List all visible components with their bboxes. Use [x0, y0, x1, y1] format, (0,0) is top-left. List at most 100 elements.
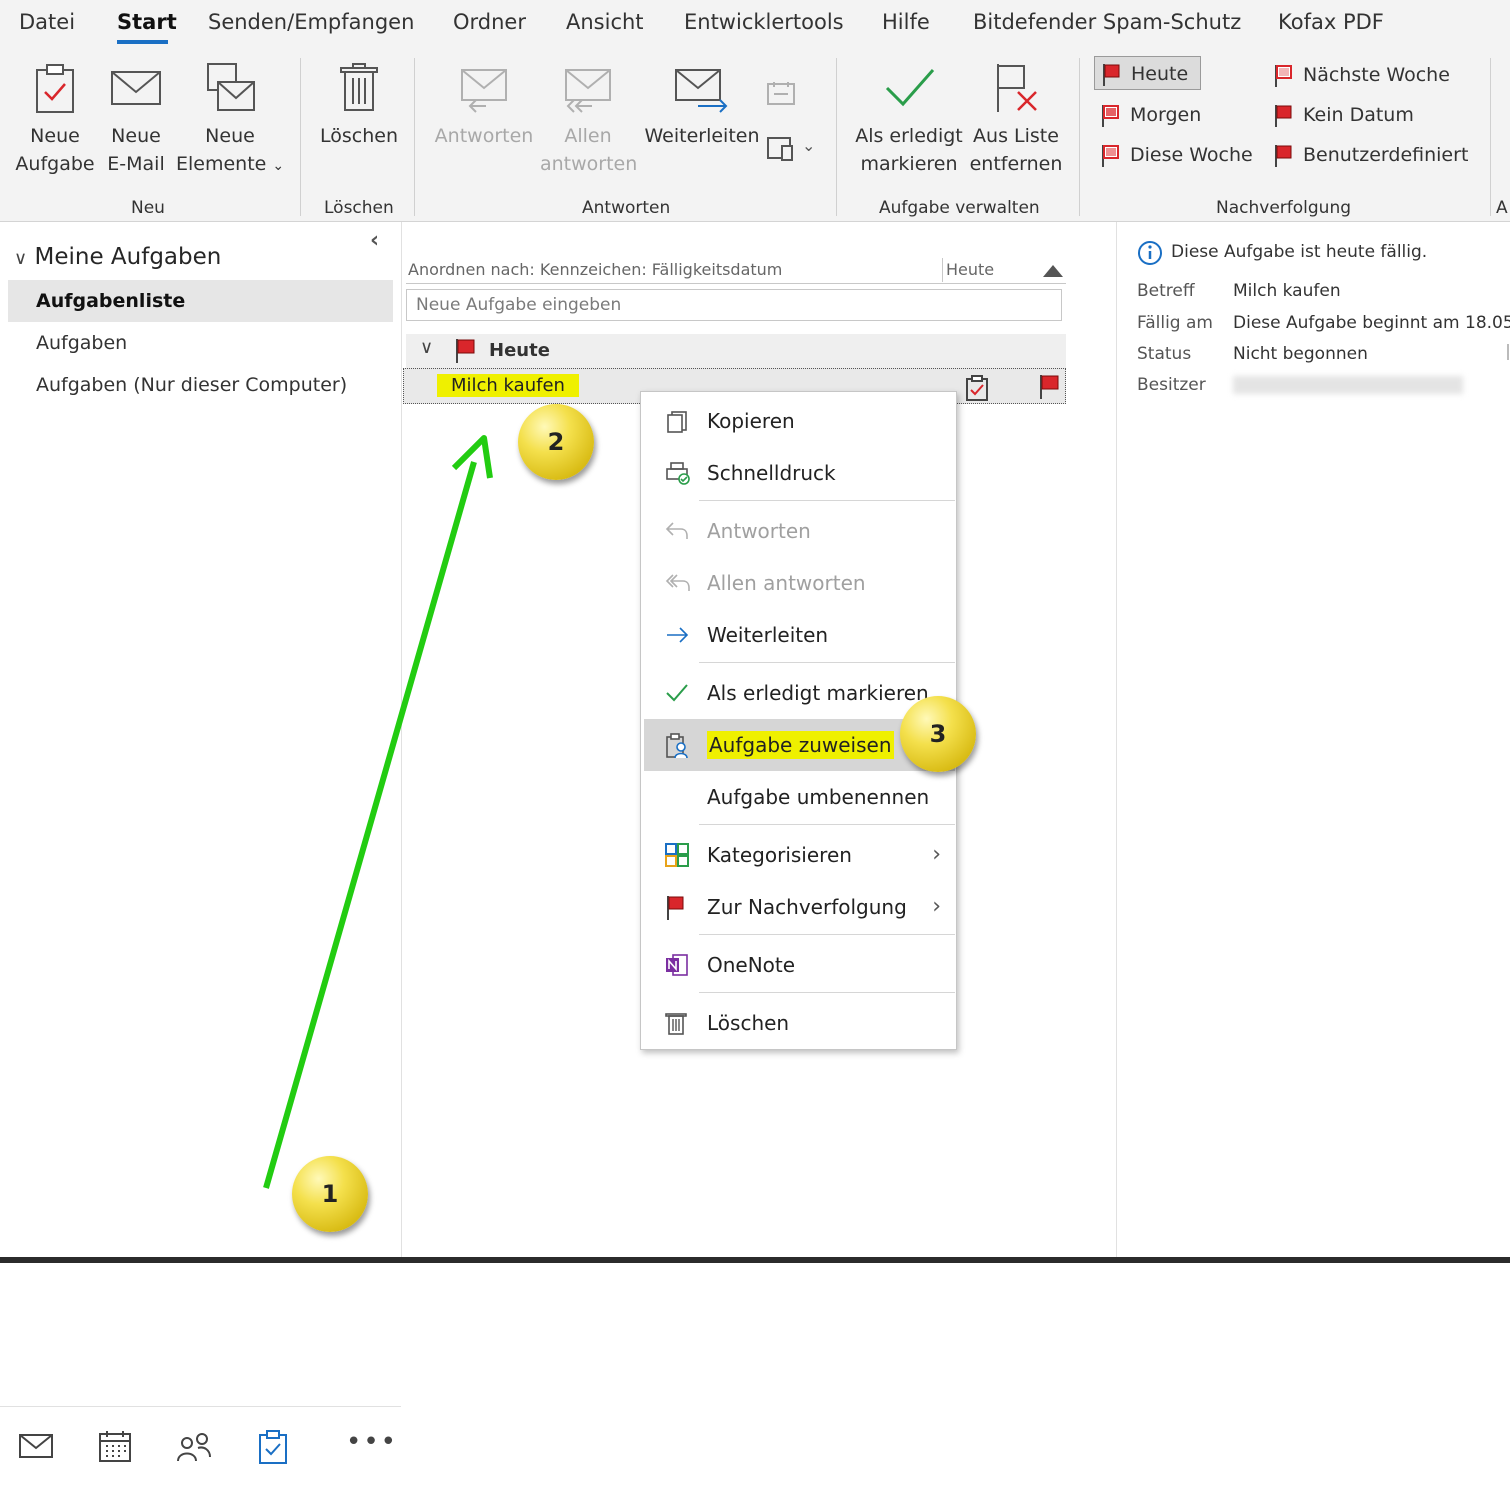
- tab-senden-empfangen[interactable]: Senden/Empfangen: [208, 10, 414, 34]
- flag-icon: [1275, 105, 1292, 127]
- forward-icon: [675, 69, 728, 113]
- menu-bar: Datei Start Senden/Empfangen Ordner Ansi…: [0, 0, 1510, 50]
- field-value-due: Diese Aufgabe beginnt am 18.05.: [1233, 313, 1510, 333]
- mark-complete-button[interactable]: Als erledigt markieren: [852, 62, 966, 178]
- field-label: Besitzer: [1137, 375, 1206, 395]
- folder-group-header[interactable]: ∨ Meine Aufgaben: [14, 244, 221, 270]
- group-label-cut: A: [1496, 198, 1508, 218]
- tab-datei[interactable]: Datei: [19, 10, 75, 34]
- remove-from-list-button[interactable]: Aus Liste entfernen: [968, 62, 1064, 178]
- menu-item-onenote[interactable]: OneNote: [644, 939, 955, 991]
- reply-icon: [461, 69, 507, 113]
- more-respond-icon: [766, 80, 796, 110]
- menu-item-aufgabe-umbenennen[interactable]: Aufgabe umbenennen: [644, 771, 955, 823]
- ribbon: Neue Aufgabe Neue E-Mail Neue Elemente ⌄…: [0, 50, 1510, 222]
- task-group-header[interactable]: ∨ Heute: [406, 334, 1066, 368]
- active-tab-indicator: [117, 40, 168, 44]
- truncated-column-marker: [1507, 344, 1509, 360]
- owner-value-blurred: [1233, 376, 1463, 394]
- flag-this-week-button[interactable]: Diese Woche: [1094, 138, 1253, 172]
- sidebar-item-aufgabenliste[interactable]: Aufgabenliste: [8, 280, 393, 322]
- chevron-right-icon: ›: [932, 894, 941, 919]
- flag-icon: [1102, 145, 1119, 167]
- flag-icon: [1275, 145, 1292, 167]
- meeting-dropdown-button[interactable]: ⌄: [766, 134, 815, 166]
- chevron-down-icon: ⌄: [272, 158, 285, 174]
- more-apps-icon[interactable]: •••: [346, 1427, 398, 1457]
- check-icon: [885, 69, 935, 107]
- field-label: Status: [1137, 344, 1192, 364]
- reply-all-icon: [665, 574, 690, 591]
- tab-entwicklertools[interactable]: Entwicklertools: [684, 10, 844, 34]
- tab-start[interactable]: Start: [117, 10, 177, 34]
- chevron-right-icon: ›: [932, 842, 941, 867]
- tab-ansicht[interactable]: Ansicht: [566, 10, 644, 34]
- menu-item-kategorisieren[interactable]: Kategorisieren ›: [644, 829, 955, 881]
- menu-item-weiterleiten[interactable]: Weiterleiten: [644, 609, 955, 661]
- tab-kofax-pdf[interactable]: Kofax PDF: [1278, 10, 1384, 34]
- flag-custom-button[interactable]: Benutzerdefiniert: [1267, 138, 1468, 172]
- menu-item-schnelldruck[interactable]: Schnelldruck: [644, 447, 955, 499]
- print-icon: [666, 462, 690, 485]
- new-task-input[interactable]: Neue Aufgabe eingeben: [406, 289, 1062, 321]
- copy-icon: [667, 411, 687, 433]
- new-items-icon: [207, 63, 255, 111]
- calendar-icon[interactable]: [98, 1429, 132, 1463]
- arrange-bar[interactable]: Anordnen nach: Kennzeichen: Fälligkeitsd…: [406, 258, 1066, 284]
- new-email-button[interactable]: Neue E-Mail: [104, 62, 168, 178]
- menu-item-antworten[interactable]: Antworten: [644, 505, 955, 557]
- menu-item-loeschen[interactable]: Löschen: [644, 997, 955, 1049]
- chevron-down-icon: ∨: [14, 248, 28, 269]
- flag-icon: [1275, 65, 1292, 87]
- menu-separator: [699, 824, 955, 825]
- group-separator: [300, 58, 301, 216]
- delete-button[interactable]: Löschen: [318, 62, 400, 150]
- new-task-button[interactable]: Neue Aufgabe: [14, 62, 96, 178]
- flag-icon[interactable]: [1038, 374, 1060, 400]
- people-icon[interactable]: [176, 1431, 212, 1463]
- flag-no-date-button[interactable]: Kein Datum: [1267, 98, 1414, 132]
- menu-separator: [699, 500, 955, 501]
- group-separator: [414, 58, 415, 216]
- menu-item-nachverfolgung[interactable]: Zur Nachverfolgung ›: [644, 881, 955, 933]
- reply-all-button[interactable]: Allen antworten: [540, 62, 637, 178]
- collapse-pane-icon[interactable]: ‹: [370, 228, 379, 253]
- tab-bitdefender[interactable]: Bitdefender Spam-Schutz: [973, 10, 1241, 34]
- tasks-icon[interactable]: [258, 1429, 288, 1465]
- reply-all-icon: [565, 69, 611, 113]
- check-icon: [666, 684, 688, 702]
- field-value-subject: Milch kaufen: [1233, 281, 1341, 301]
- flag-icon: [667, 896, 684, 920]
- reply-button[interactable]: Antworten: [432, 62, 536, 150]
- sort-ascending-icon[interactable]: [1042, 264, 1064, 278]
- group-label-nachverfolgung: Nachverfolgung: [1216, 198, 1352, 218]
- envelope-icon: [111, 71, 161, 105]
- column-divider: [942, 258, 943, 282]
- chevron-down-icon: ∨: [420, 337, 434, 358]
- flag-next-week-button[interactable]: Nächste Woche: [1267, 58, 1450, 92]
- flag-icon: [1102, 105, 1119, 127]
- flag-today-button[interactable]: Heute: [1094, 56, 1202, 90]
- field-value-status: Nicht begonnen: [1233, 344, 1368, 364]
- module-nav-bar: •••: [0, 1406, 401, 1485]
- trash-icon: [340, 63, 378, 111]
- menu-item-kopieren[interactable]: Kopieren: [644, 395, 955, 447]
- sidebar-item-aufgaben-computer[interactable]: Aufgaben (Nur dieser Computer): [8, 364, 393, 406]
- new-items-button[interactable]: Neue Elemente ⌄: [176, 62, 284, 180]
- sidebar-item-aufgaben[interactable]: Aufgaben: [8, 322, 393, 364]
- group-label-aufgabe-verwalten: Aufgabe verwalten: [879, 198, 1040, 218]
- task-item-icon: [966, 375, 988, 401]
- menu-item-allen-antworten[interactable]: Allen antworten: [644, 557, 955, 609]
- forward-button[interactable]: Weiterleiten: [644, 62, 760, 150]
- categorize-icon: [665, 843, 689, 867]
- arrange-column-label[interactable]: Heute: [946, 260, 994, 279]
- tab-hilfe[interactable]: Hilfe: [882, 10, 930, 34]
- menu-separator: [699, 992, 955, 993]
- flag-tomorrow-button[interactable]: Morgen: [1094, 98, 1201, 132]
- calendar-phone-icon: [767, 137, 793, 161]
- group-separator: [836, 58, 837, 216]
- reply-icon: [665, 522, 688, 539]
- new-task-icon: [36, 64, 74, 113]
- tab-ordner[interactable]: Ordner: [453, 10, 526, 34]
- mail-icon[interactable]: [18, 1433, 54, 1459]
